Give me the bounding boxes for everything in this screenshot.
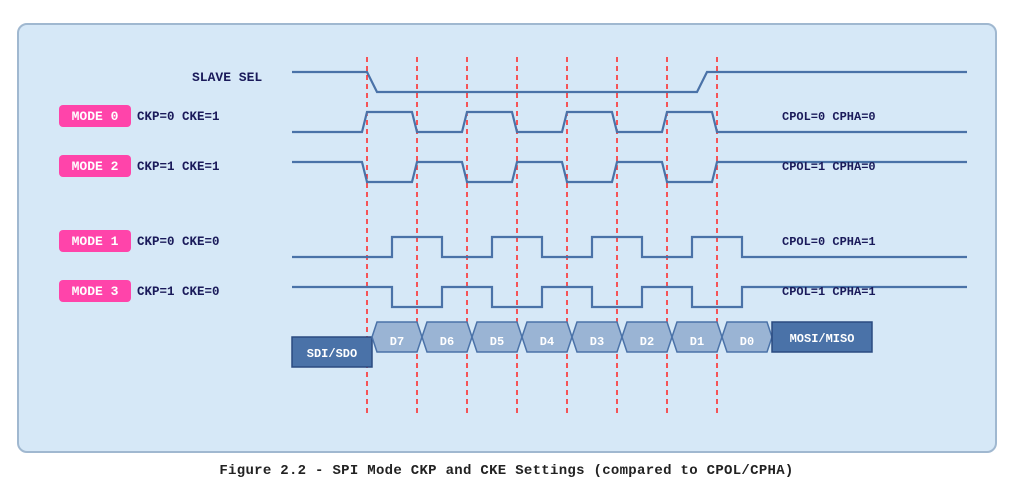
mode0-label: MODE 0: [71, 109, 118, 124]
mode0-params: CKP=0 CKE=1: [137, 110, 220, 124]
mode1-right: CPOL=0 CPHA=1: [782, 235, 876, 249]
mode0-right: CPOL=0 CPHA=0: [782, 110, 876, 124]
data-d3-label: D3: [589, 335, 603, 349]
data-mosimiso-label: MOSI/MISO: [789, 332, 854, 346]
mode3-right: CPOL=1 CPHA=1: [782, 285, 876, 299]
diagram-container: text { font-family: 'Courier New', Couri…: [17, 23, 997, 453]
data-d2-label: D2: [639, 335, 653, 349]
mode2-right: CPOL=1 CPHA=0: [782, 160, 876, 174]
data-d7-label: D7: [389, 335, 403, 349]
mode1-label: MODE 1: [71, 234, 118, 249]
data-d0-label: D0: [739, 335, 753, 349]
mode3-label: MODE 3: [71, 284, 118, 299]
mode2-params: CKP=1 CKE=1: [137, 160, 220, 174]
slave-sel-label: SLAVE SEL: [192, 70, 262, 85]
data-sdisdo-label: SDI/SDO: [306, 347, 356, 361]
figure-caption: Figure 2.2 - SPI Mode CKP and CKE Settin…: [219, 463, 793, 479]
mode1-params: CKP=0 CKE=0: [137, 235, 220, 249]
data-d1-label: D1: [689, 335, 703, 349]
timing-diagram: text { font-family: 'Courier New', Couri…: [37, 37, 981, 437]
mode3-params: CKP=1 CKE=0: [137, 285, 220, 299]
data-d6-label: D6: [439, 335, 453, 349]
data-d5-label: D5: [489, 335, 503, 349]
data-d4-label: D4: [539, 335, 553, 349]
mode2-label: MODE 2: [71, 159, 118, 174]
